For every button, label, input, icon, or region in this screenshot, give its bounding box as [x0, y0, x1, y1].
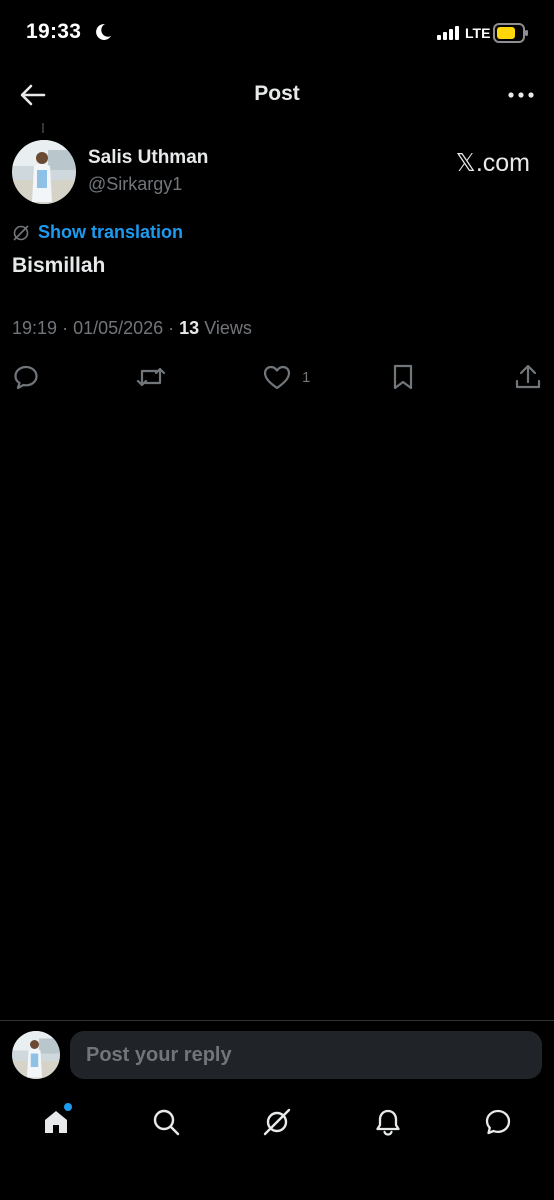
network-label: LTE — [465, 25, 491, 41]
notifications-icon — [376, 1109, 400, 1136]
signal-icon — [437, 26, 459, 45]
bookmark-button[interactable] — [390, 362, 416, 392]
tab-notifications[interactable] — [370, 1104, 406, 1140]
show-translation-button[interactable]: Show translation — [12, 222, 183, 243]
reply-bar — [0, 1020, 554, 1091]
show-translation-label: Show translation — [38, 222, 184, 242]
tab-grok[interactable] — [259, 1104, 295, 1140]
reply-icon — [14, 365, 38, 390]
author-handle[interactable]: @Sirkargy1 — [88, 174, 182, 195]
retweet-icon — [136, 367, 166, 387]
search-icon — [153, 1109, 180, 1136]
views-label: Views — [204, 318, 252, 338]
views-count[interactable]: 13 — [179, 318, 199, 338]
retweet-button[interactable] — [135, 362, 167, 392]
source-badge: 𝕏.com — [455, 149, 530, 177]
bookmark-icon — [393, 364, 413, 390]
thread-line — [42, 123, 44, 133]
status-bar: 19:33 LTE — [0, 0, 554, 66]
reply-button[interactable] — [12, 362, 40, 392]
home-notification-dot — [64, 1103, 72, 1111]
grok-icon — [263, 1108, 291, 1136]
more-button[interactable] — [506, 80, 536, 110]
tab-messages[interactable] — [480, 1104, 516, 1140]
status-time: 19:33 — [26, 20, 82, 43]
more-icon — [508, 92, 534, 98]
page-title: Post — [254, 82, 300, 105]
post-meta: 19:19 · 01/05/2026 · 13 Views — [12, 318, 252, 338]
top-nav: Post — [0, 66, 554, 122]
bottom-nav — [0, 1090, 554, 1156]
like-button[interactable]: 1 — [262, 362, 310, 392]
post-text: Bismillah — [12, 254, 106, 277]
reply-avatar — [12, 1031, 60, 1079]
action-bar: 1 — [0, 362, 554, 394]
like-count: 1 — [302, 368, 311, 386]
battery-icon — [493, 23, 529, 48]
like-icon — [263, 365, 291, 390]
tab-search[interactable] — [148, 1104, 184, 1140]
translate-icon — [13, 224, 29, 241]
messages-icon — [485, 1109, 511, 1135]
home-icon — [45, 1111, 67, 1133]
moon-icon — [94, 22, 112, 47]
tab-home[interactable] — [38, 1103, 74, 1140]
reply-input[interactable] — [70, 1031, 542, 1079]
post-date: 01/05/2026 — [73, 318, 164, 338]
avatar[interactable] — [12, 140, 76, 204]
post-time: 19:19 — [12, 318, 58, 338]
author-name[interactable]: Salis Uthman — [88, 147, 208, 169]
share-button[interactable] — [514, 362, 542, 392]
share-icon — [515, 364, 541, 389]
